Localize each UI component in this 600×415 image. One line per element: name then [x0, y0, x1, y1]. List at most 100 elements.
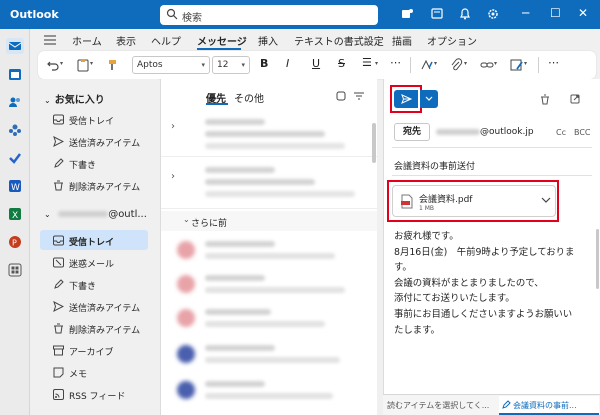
list-item[interactable]	[161, 337, 377, 371]
menu-message[interactable]: メッセージ	[197, 33, 247, 48]
scrollbar[interactable]	[596, 229, 599, 289]
maximize-icon[interactable]: ☐	[550, 6, 561, 20]
underline-icon[interactable]: U	[312, 57, 326, 71]
account-deleted[interactable]: 削除済みアイテム	[40, 318, 148, 338]
font-name-select[interactable]: Aptos ▾	[132, 56, 210, 74]
favorite-deleted[interactable]: 削除済みアイテム	[40, 175, 148, 195]
menu-insert[interactable]: 挿入	[258, 33, 278, 48]
teams-icon[interactable]	[400, 7, 414, 21]
select-icon[interactable]	[336, 91, 346, 101]
menu-home[interactable]: ホーム	[72, 33, 102, 48]
list-item[interactable]: ›	[161, 111, 377, 157]
menu-draw[interactable]: 描画	[392, 33, 412, 48]
section-header[interactable]: ⌄ さらに前	[161, 211, 377, 231]
note-icon[interactable]	[430, 7, 444, 21]
menu-help[interactable]: ヘルプ	[151, 33, 181, 48]
link-icon[interactable]	[480, 58, 494, 72]
undo-icon[interactable]	[46, 58, 60, 72]
signature-icon[interactable]	[510, 58, 524, 72]
attach-icon[interactable]	[450, 58, 464, 72]
redacted-text	[205, 287, 345, 293]
powerpoint-icon[interactable]: P	[8, 235, 22, 249]
gear-icon[interactable]	[486, 7, 500, 21]
bullets-icon[interactable]: ☰	[362, 56, 376, 70]
link-caret-icon[interactable]: ▾	[494, 60, 497, 67]
bold-icon[interactable]: B	[260, 57, 274, 71]
account-drafts[interactable]: 下書き	[40, 274, 148, 294]
message-body[interactable]: お疲れ様です。 8月16日(金) 午前9時より予定しておりま す。 会議の資料が…	[394, 229, 594, 338]
list-item[interactable]	[161, 267, 377, 301]
hamburger-icon[interactable]	[44, 35, 56, 45]
cc-button[interactable]: Cc	[556, 128, 566, 137]
word-icon[interactable]: W	[8, 179, 22, 193]
pencil-icon	[54, 279, 64, 289]
menu-options[interactable]: オプション	[427, 33, 477, 48]
list-item[interactable]	[161, 233, 377, 267]
trash-icon[interactable]	[540, 94, 550, 105]
subject-field[interactable]: 会議資料の事前送付	[394, 159, 475, 172]
more-icon[interactable]: ⋯	[390, 56, 404, 70]
menu-view[interactable]: 表示	[116, 33, 136, 48]
undo-caret-icon[interactable]: ▾	[60, 60, 63, 67]
folder-label: 受信トレイ	[69, 238, 115, 248]
list-item[interactable]	[161, 373, 377, 413]
mail-icon[interactable]	[6, 38, 24, 54]
favorites-title: お気に入り	[54, 95, 105, 106]
draft-tab[interactable]: 会議資料の事前...	[499, 396, 599, 415]
chevron-right-icon[interactable]: ›	[171, 121, 175, 132]
strikethrough-icon[interactable]: S	[338, 57, 352, 71]
filter-icon[interactable]	[354, 91, 364, 101]
favorite-drafts[interactable]: 下書き	[40, 153, 148, 173]
account-sent[interactable]: 送信済みアイテム	[40, 296, 148, 316]
tab-other[interactable]: その他	[234, 90, 264, 105]
bullets-caret-icon[interactable]: ▾	[375, 60, 378, 67]
people-icon[interactable]	[8, 95, 22, 109]
todo-icon[interactable]	[8, 151, 22, 165]
overflow-icon[interactable]: ⋯	[548, 56, 562, 70]
clipboard-icon[interactable]	[76, 58, 90, 72]
calendar-icon[interactable]	[8, 67, 22, 81]
bcc-button[interactable]: BCC	[574, 128, 591, 137]
favorite-inbox[interactable]: 受信トレイ	[40, 109, 148, 129]
folder-label: RSS フィード	[69, 392, 126, 402]
format-painter-icon[interactable]	[106, 58, 120, 72]
divider	[392, 175, 592, 176]
list-item[interactable]: ›	[161, 159, 377, 209]
account-rss[interactable]: RSS フィード	[40, 384, 148, 404]
recipient-domain[interactable]: @outlook.jp	[480, 127, 534, 137]
clipboard-caret-icon[interactable]: ▾	[90, 60, 93, 67]
svg-text:W: W	[11, 183, 20, 193]
account-inbox[interactable]: 受信トレイ	[40, 230, 148, 250]
scrollbar[interactable]	[372, 123, 376, 163]
popout-icon[interactable]	[570, 94, 580, 104]
status-reading[interactable]: 読むアイテムを選択してく...	[387, 400, 489, 411]
groups-icon[interactable]	[8, 123, 22, 137]
send-icon	[53, 136, 64, 147]
font-size-select[interactable]: 12 ▾	[212, 56, 250, 74]
bell-icon[interactable]	[458, 7, 472, 21]
styles-icon[interactable]	[420, 58, 434, 72]
list-item[interactable]	[161, 301, 377, 335]
close-icon[interactable]: ✕	[578, 6, 588, 20]
apps-icon[interactable]	[8, 263, 22, 277]
chevron-down-icon: ⌄	[183, 215, 190, 224]
excel-icon[interactable]: X	[8, 207, 22, 221]
account-junk[interactable]: 迷惑メール	[40, 252, 148, 272]
send-options-button[interactable]	[420, 90, 438, 108]
account-header[interactable]: ⌄ @outl...	[44, 209, 147, 220]
menu-format-text[interactable]: テキストの書式設定	[294, 33, 384, 48]
minimize-icon[interactable]: ─	[522, 6, 529, 20]
chevron-right-icon[interactable]: ›	[171, 171, 175, 182]
search-box[interactable]: 検索	[160, 5, 378, 25]
favorite-sent[interactable]: 送信済みアイテム	[40, 131, 148, 151]
app-title: Outlook	[10, 8, 59, 21]
to-button[interactable]: 宛先	[394, 123, 430, 141]
account-notes[interactable]: メモ	[40, 362, 148, 382]
favorites-header[interactable]: ⌄ お気に入り	[44, 91, 105, 106]
search-icon	[166, 8, 178, 20]
account-archive[interactable]: アーカイブ	[40, 340, 148, 360]
styles-caret-icon[interactable]: ▾	[434, 60, 437, 67]
italic-icon[interactable]: I	[286, 57, 300, 71]
attach-caret-icon[interactable]: ▾	[464, 60, 467, 67]
signature-caret-icon[interactable]: ▾	[524, 60, 527, 67]
